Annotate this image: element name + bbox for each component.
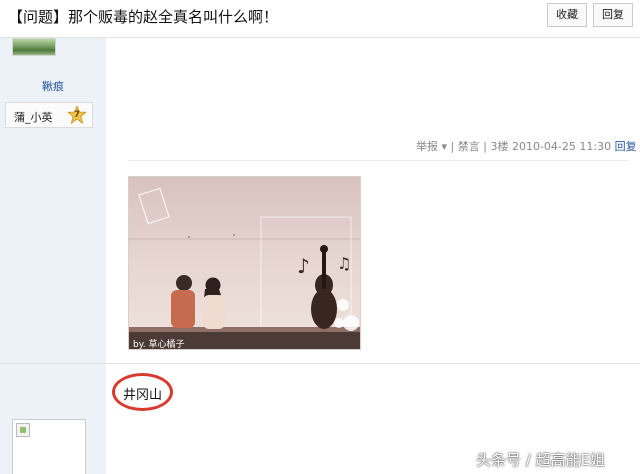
star-icon: 7 xyxy=(66,104,88,124)
post-image[interactable]: ♪ ♫ by. 草心橘子 xyxy=(128,176,361,350)
ban-link[interactable]: 禁言 xyxy=(458,140,480,153)
favorite-button[interactable]: 收藏 xyxy=(547,3,587,27)
floor-number: 3楼 xyxy=(490,140,509,153)
medal-level: 7 xyxy=(73,110,81,120)
username-link[interactable]: 鞦痕 xyxy=(0,78,106,94)
separator: | xyxy=(450,140,455,153)
separator: | xyxy=(483,140,487,153)
highlight-circle xyxy=(112,373,173,411)
image-caption: by. 草心橘子 xyxy=(133,338,184,350)
user-medal[interactable]: 蒲_小英 7 xyxy=(5,102,93,128)
post-divider xyxy=(0,363,640,364)
avatar[interactable] xyxy=(12,419,86,474)
report-link[interactable]: 举报 xyxy=(416,140,438,153)
svg-text:♪: ♪ xyxy=(297,254,310,278)
page-title: 【问题】那个贩毒的赵全真名叫什么啊！ xyxy=(8,8,279,26)
broken-image-icon xyxy=(16,423,30,437)
svg-text:♫: ♫ xyxy=(337,254,351,273)
post-datetime: 2010-04-25 11:30 xyxy=(511,140,612,153)
medal-name: 蒲_小英 xyxy=(14,111,53,124)
reply-link[interactable]: 回复 xyxy=(615,140,637,153)
user-sidebar: 鞦痕 蒲_小英 7 xyxy=(0,38,106,474)
chevron-down-icon[interactable]: ▾ xyxy=(442,140,448,153)
reply-button[interactable]: 回复 xyxy=(593,3,633,27)
meta-divider xyxy=(128,160,628,161)
watermark: 头条号 / 超高能E姐 xyxy=(476,451,606,469)
thread-header: 【问题】那个贩毒的赵全真名叫什么啊！ 收藏 回复 xyxy=(0,0,640,38)
post-meta: 举报 ▾ | 禁言 | 3楼 2010-04-25 11:30 回复 xyxy=(416,138,637,154)
avatar[interactable] xyxy=(12,38,56,56)
